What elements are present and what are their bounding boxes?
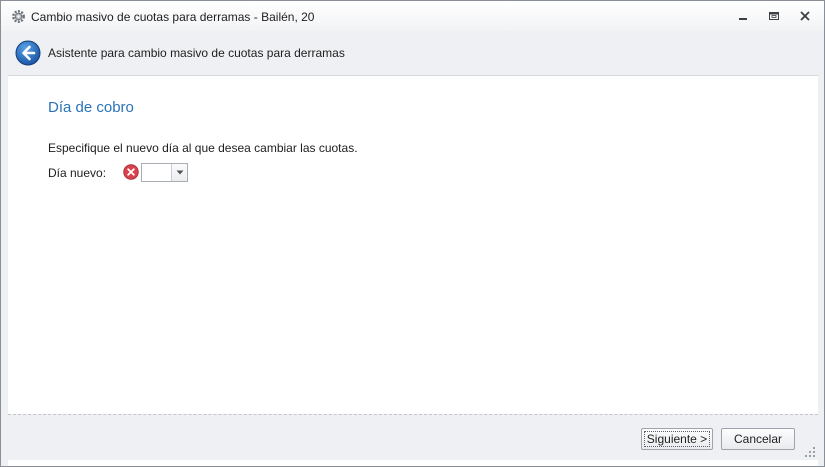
- back-arrow-icon[interactable]: [15, 40, 41, 66]
- error-x-icon: [123, 164, 139, 180]
- left-frame: [1, 31, 8, 466]
- instructions-text: Especifique el nuevo día al que desea ca…: [48, 141, 358, 155]
- window-title: Cambio masivo de cuotas para derramas - …: [31, 10, 315, 24]
- title-bar[interactable]: Cambio masivo de cuotas para derramas - …: [1, 1, 824, 31]
- right-frame: [818, 31, 824, 466]
- wizard-header: Asistente para cambio masivo de cuotas p…: [8, 31, 818, 76]
- next-button[interactable]: Siguiente >: [641, 428, 713, 450]
- minimize-icon[interactable]: [735, 9, 751, 23]
- dia-nuevo-label: Día nuevo:: [48, 166, 107, 180]
- section-title: Día de cobro: [48, 99, 134, 116]
- gear-icon: [11, 9, 26, 24]
- wizard-content: Día de cobro Especifique el nuevo día al…: [8, 76, 818, 414]
- close-icon[interactable]: [797, 9, 813, 23]
- wizard-window: Cambio masivo de cuotas para derramas - …: [0, 0, 825, 467]
- cancel-button[interactable]: Cancelar: [721, 428, 795, 450]
- maximize-icon[interactable]: [766, 9, 782, 23]
- resize-grip-icon[interactable]: [804, 446, 816, 458]
- chevron-down-icon[interactable]: [171, 164, 187, 181]
- dia-nuevo-combobox[interactable]: [141, 163, 188, 182]
- wizard-title: Asistente para cambio masivo de cuotas p…: [48, 46, 345, 60]
- wizard-footer: Siguiente > Cancelar: [8, 414, 818, 460]
